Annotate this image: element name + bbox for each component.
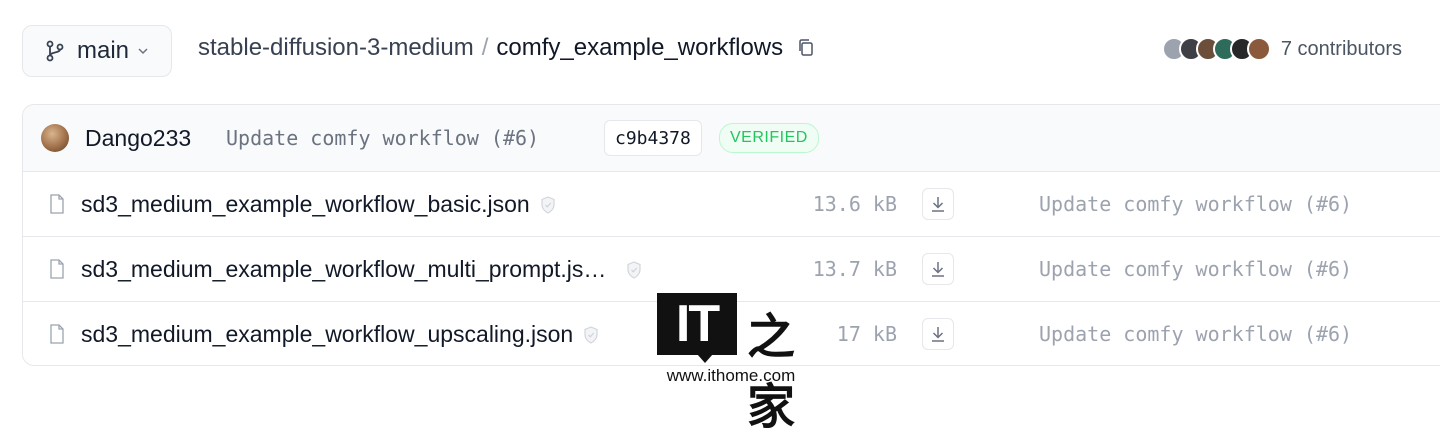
download-button[interactable] bbox=[922, 188, 954, 220]
branch-selector-button[interactable]: main bbox=[22, 25, 172, 77]
file-size: 13.6 kB bbox=[812, 192, 897, 216]
breadcrumb: stable-diffusion-3-medium / comfy_exampl… bbox=[198, 34, 815, 62]
repo-header: main stable-diffusion-3-medium / comfy_e… bbox=[0, 0, 1440, 104]
shield-check-icon bbox=[584, 325, 598, 344]
file-icon bbox=[50, 194, 64, 214]
breadcrumb-directory: comfy_example_workflows bbox=[496, 34, 784, 61]
download-icon bbox=[932, 327, 944, 342]
contributors-link[interactable]: 7 contributors bbox=[1161, 37, 1402, 61]
chevron-down-icon bbox=[138, 48, 148, 55]
contributor-avatars bbox=[1161, 37, 1271, 61]
ithome-logo: IT bbox=[657, 293, 737, 363]
file-size: 17 kB bbox=[836, 322, 897, 346]
download-icon bbox=[932, 262, 944, 277]
avatar bbox=[1246, 37, 1271, 61]
file-icon bbox=[50, 259, 64, 279]
download-icon bbox=[932, 197, 944, 212]
file-name-link[interactable]: sd3_medium_example_workflow_upscaling.js… bbox=[81, 321, 599, 348]
avatar[interactable] bbox=[41, 124, 69, 152]
table-row: sd3_medium_example_workflow_basic.json 1… bbox=[23, 172, 1440, 237]
file-size: 13.7 kB bbox=[812, 257, 897, 281]
git-branch-icon bbox=[46, 40, 64, 62]
file-name-link[interactable]: sd3_medium_example_workflow_multi_prompt… bbox=[81, 256, 642, 283]
last-commit-bar: Dango233 Update comfy workflow (#6) c9b4… bbox=[23, 105, 1440, 172]
commit-message-link[interactable]: Update comfy workflow (#6) bbox=[226, 126, 539, 150]
file-icon bbox=[50, 324, 64, 344]
commit-hash-link[interactable]: c9b4378 bbox=[604, 120, 702, 156]
download-button[interactable] bbox=[922, 253, 954, 285]
shield-check-icon bbox=[541, 195, 555, 214]
file-name-text: sd3_medium_example_workflow_basic.json bbox=[81, 190, 530, 217]
breadcrumb-repo-link[interactable]: stable-diffusion-3-medium bbox=[198, 34, 474, 62]
file-commit-link[interactable]: Update comfy workflow (#6) bbox=[1039, 322, 1352, 346]
ithome-watermark: IT 之家 www.ithome.com bbox=[655, 293, 815, 435]
verified-badge: VERIFIED bbox=[719, 123, 819, 153]
commit-author-link[interactable]: Dango233 bbox=[85, 125, 191, 152]
breadcrumb-separator: / bbox=[481, 34, 489, 61]
contributors-label: 7 contributors bbox=[1280, 37, 1402, 60]
file-commit-link[interactable]: Update comfy workflow (#6) bbox=[1039, 192, 1352, 216]
copy-path-icon[interactable] bbox=[797, 38, 815, 58]
file-name-link[interactable]: sd3_medium_example_workflow_basic.json bbox=[81, 191, 556, 218]
file-commit-link[interactable]: Update comfy workflow (#6) bbox=[1039, 257, 1352, 281]
file-name-text: sd3_medium_example_workflow_multi_prompt… bbox=[81, 255, 607, 282]
branch-label: main bbox=[77, 37, 130, 64]
file-name-text: sd3_medium_example_workflow_upscaling.js… bbox=[81, 320, 574, 347]
download-button[interactable] bbox=[922, 318, 954, 350]
shield-check-icon bbox=[627, 260, 641, 279]
watermark-url: www.ithome.com bbox=[666, 366, 796, 385]
